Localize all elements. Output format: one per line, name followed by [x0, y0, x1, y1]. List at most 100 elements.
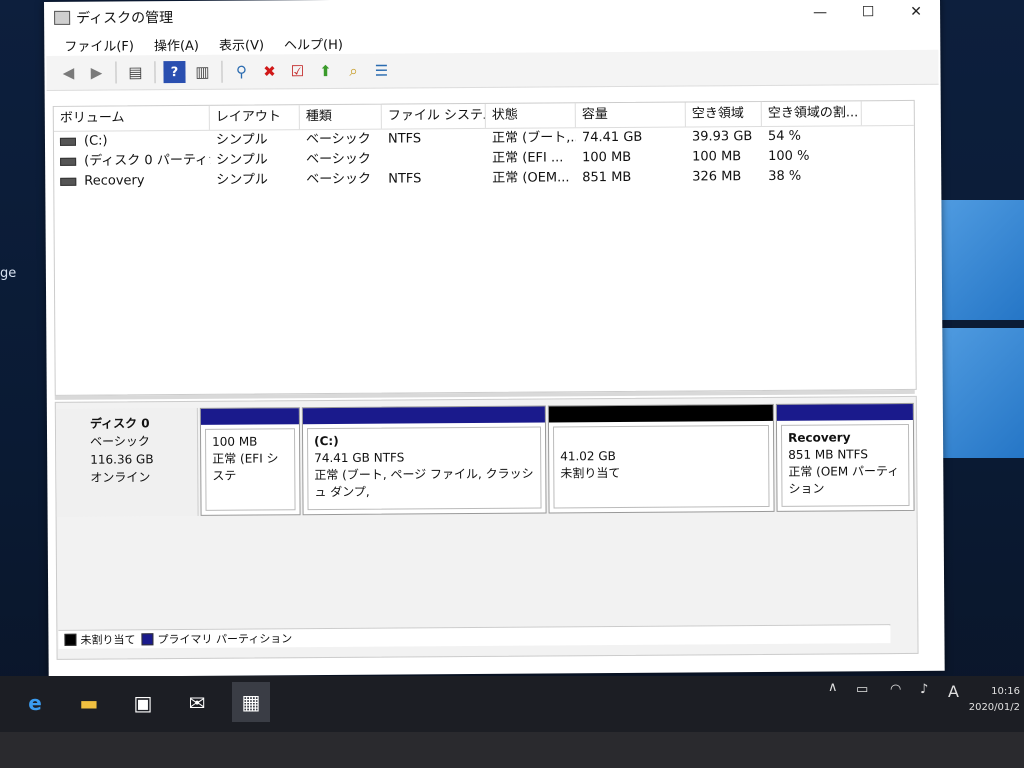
volume-filesystem: NTFS: [388, 171, 422, 187]
legend-swatch-primary: [141, 633, 154, 646]
partition-bar: [776, 403, 913, 421]
volume-capacity: 100 MB: [582, 149, 632, 166]
legend-primary: プライマリ パーティション: [157, 632, 293, 647]
disk-type: ベーシック: [90, 434, 150, 449]
volume-free-percent: 38 %: [768, 168, 802, 184]
menu-help[interactable]: ヘルプ(H): [274, 33, 353, 53]
volume-list: ボリューム レイアウト 種類 ファイル システム 状態 容量 空き領域 空き領域…: [52, 99, 917, 396]
volume-free-percent: 54 %: [767, 128, 802, 144]
volume-status: 正常 (OEM...: [492, 170, 570, 186]
partition-status: 正常 (ブート, ページ ファイル, クラッシュ ダンプ,: [314, 466, 534, 500]
forward-icon[interactable]: ▶: [85, 62, 107, 84]
volume-free-space: 39.93 GB: [691, 129, 753, 145]
volume-name: (ディスク 0 パーティショ...: [84, 152, 211, 169]
legend-swatch-unallocated: [64, 633, 77, 646]
partition-bar: [548, 404, 773, 423]
disk-info[interactable]: ディスク 0 ベーシック 116.36 GB オンライン: [55, 407, 199, 517]
console-tree-icon[interactable]: ▤: [124, 61, 146, 83]
maximize-button[interactable]: ☐: [844, 0, 892, 28]
partition-label: (C:): [314, 433, 339, 449]
column-header-free-space[interactable]: 空き領域: [685, 101, 762, 127]
menu-file[interactable]: ファイル(F): [54, 35, 144, 55]
disk-management-icon: [54, 10, 71, 25]
partition-size: 100 MB: [212, 434, 258, 449]
disk-graphical-view: ディスク 0 ベーシック 116.36 GB オンライン 100 MB 正常 (…: [54, 395, 919, 660]
help-icon[interactable]: ?: [163, 61, 186, 84]
partition-label: Recovery: [788, 430, 851, 445]
partition-status: 未割り当て: [560, 465, 621, 481]
clock[interactable]: 10:16 2020/01/2: [969, 684, 1020, 716]
column-header-type[interactable]: 種類: [299, 104, 382, 130]
column-header-volume[interactable]: ボリューム: [53, 105, 210, 131]
toolbar-separator: [221, 60, 223, 83]
partition-status: 正常 (OEM パーティション: [788, 464, 900, 496]
column-header-free-percent[interactable]: 空き領域の割...: [761, 101, 862, 126]
column-header-layout[interactable]: レイアウト: [209, 105, 300, 130]
volume-name: Recovery: [84, 173, 145, 189]
volume-free-percent: 100 %: [768, 148, 810, 164]
disk-status: オンライン: [90, 470, 151, 485]
back-icon[interactable]: ◀: [57, 62, 79, 84]
window-title: ディスクの管理: [76, 10, 174, 27]
menu-action[interactable]: 操作(A): [144, 34, 209, 53]
clock-time: 10:16: [991, 686, 1020, 697]
toolbar: ◀ ▶ ▤ ? ▥ ⚲ ✖ ☑ ⬆ ⌕ ☰: [46, 49, 939, 91]
column-header-capacity[interactable]: 容量: [575, 102, 686, 128]
find-icon[interactable]: ⌕: [342, 60, 364, 82]
volume-layout: シンプル: [216, 152, 268, 168]
menu-view[interactable]: 表示(V): [209, 34, 274, 53]
mail-icon[interactable]: ✉: [184, 690, 210, 716]
partition-unallocated[interactable]: 41.02 GB 未割り当て: [547, 403, 775, 514]
chevron-up-icon[interactable]: ∧: [828, 680, 838, 695]
volume-filesystem: [382, 149, 486, 170]
clock-date: 2020/01/2: [968, 702, 1020, 713]
partition-size: 41.02 GB: [560, 449, 616, 464]
volume-icon: [59, 137, 77, 146]
settings-icon[interactable]: ☰: [370, 60, 392, 82]
laptop-bezel: [0, 732, 1024, 768]
volume-icon: [60, 157, 77, 166]
wifi-icon[interactable]: ◠: [890, 682, 901, 697]
delete-icon[interactable]: ✖: [258, 60, 280, 82]
edge-icon[interactable]: e: [22, 690, 48, 716]
column-header-filesystem[interactable]: ファイル システム: [381, 103, 486, 129]
volume-icon[interactable]: ♪: [920, 682, 928, 697]
partition-size: 851 MB NTFS: [788, 447, 868, 462]
ime-indicator[interactable]: A: [948, 682, 959, 701]
export-icon[interactable]: ⬆: [314, 60, 336, 82]
disk-name: ディスク 0: [89, 416, 150, 431]
disk-size: 116.36 GB: [90, 452, 154, 467]
volume-icon: [60, 177, 77, 186]
partition-efi[interactable]: 100 MB 正常 (EFI システ: [199, 407, 301, 516]
volume-capacity: 851 MB: [582, 169, 632, 186]
volume-type: ベーシック: [306, 151, 371, 168]
connect-icon[interactable]: ⚲: [230, 61, 252, 83]
file-explorer-icon[interactable]: ▬: [76, 690, 102, 716]
disk-management-window: ディスクの管理 — ☐ ✕ ファイル(F) 操作(A) 表示(V) ヘルプ(H)…: [44, 0, 945, 677]
partition-size: 74.41 GB NTFS: [314, 450, 405, 466]
view-icon[interactable]: ▥: [191, 61, 213, 83]
partition-recovery[interactable]: Recovery 851 MB NTFS 正常 (OEM パーティション: [775, 402, 915, 512]
volume-filesystem: NTFS: [387, 131, 422, 147]
column-header-status[interactable]: 状態: [485, 103, 576, 128]
close-button[interactable]: ✕: [892, 0, 940, 28]
volume-capacity: 74.41 GB: [581, 129, 643, 146]
volume-free-space: 100 MB: [692, 149, 742, 165]
partition-strip: 100 MB 正常 (EFI システ (C:) 74.41 GB NTFS 正常…: [199, 402, 917, 516]
volume-type: ベーシック: [305, 131, 371, 148]
partition-c[interactable]: (C:) 74.41 GB NTFS 正常 (ブート, ページ ファイル, クラ…: [301, 405, 547, 516]
properties-icon[interactable]: ☑: [286, 60, 308, 82]
volume-free-space: 326 MB: [692, 169, 742, 185]
volume-status: 正常 (EFI ...: [492, 150, 564, 166]
disk-management-taskbar-icon[interactable]: ▦: [232, 682, 270, 722]
minimize-button[interactable]: —: [796, 0, 844, 29]
toolbar-separator: [154, 61, 156, 84]
partition-bar: [200, 408, 299, 425]
desktop-text: ge: [0, 266, 17, 281]
battery-icon[interactable]: ▭: [856, 682, 868, 697]
legend-unallocated: 未割り当て: [80, 633, 136, 647]
volume-type: ベーシック: [306, 171, 372, 188]
partition-bar: [302, 406, 545, 425]
volume-name: (C:): [83, 133, 108, 149]
store-icon[interactable]: ▣: [130, 690, 156, 716]
